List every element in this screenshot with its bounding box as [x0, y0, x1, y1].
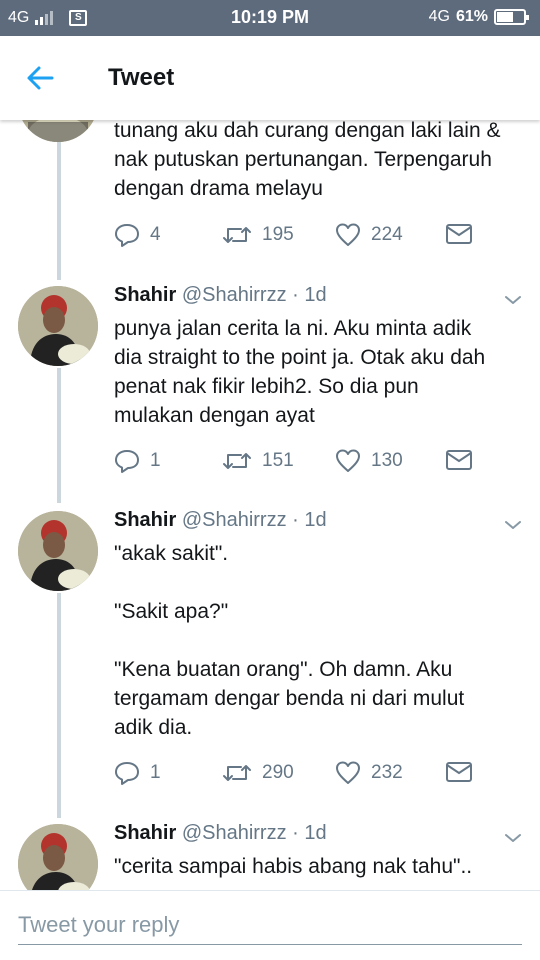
author-name[interactable]: Shahir	[114, 284, 176, 306]
timestamp: 1d	[304, 822, 327, 844]
reply-button[interactable]: 1	[114, 760, 161, 786]
tweet-text-line: adik dia.	[114, 716, 193, 739]
direct-message-button[interactable]	[445, 760, 473, 784]
tweet-text: "akak sakit". "Sakit apa?" "Kena buatan …	[114, 539, 526, 742]
tweet-text-line: tunang aku dah curang dengan laki lain &	[114, 120, 501, 142]
back-arrow-icon	[27, 66, 54, 90]
tweet-thread[interactable]: tunang aku dah curang dengan laki lain &…	[0, 120, 540, 890]
tweet-actions: 1 290 232	[114, 760, 484, 788]
reply-icon	[115, 224, 139, 247]
author-handle[interactable]: @Shahirrzz	[182, 284, 287, 306]
tweet-text-blank	[114, 626, 526, 655]
tweet-text-line: nak putuskan pertunangan. Terpengaruh	[114, 148, 492, 171]
reply-bar	[0, 890, 540, 960]
reply-count: 4	[150, 224, 161, 245]
timestamp: 1d	[304, 509, 327, 531]
direct-message-icon	[446, 762, 472, 782]
app-header: Tweet	[0, 36, 540, 120]
heart-icon	[336, 761, 360, 784]
direct-message-button[interactable]	[445, 448, 473, 472]
heart-icon	[336, 223, 360, 246]
tweet-text-line: "Kena buatan orang". Oh damn. Aku	[114, 658, 453, 681]
author-name[interactable]: Shahir	[114, 509, 176, 531]
retweet-count: 290	[262, 762, 294, 783]
like-count: 224	[371, 224, 403, 245]
reply-count: 1	[150, 762, 161, 783]
author-name[interactable]: Shahir	[114, 822, 176, 844]
reply-icon	[115, 762, 139, 785]
tweet-text-line: dia straight to the point ja. Otak aku d…	[114, 346, 486, 369]
retweet-icon	[223, 765, 251, 781]
author-handle[interactable]: @Shahirrzz	[182, 822, 287, 844]
direct-message-button[interactable]	[445, 222, 473, 246]
battery-icon	[494, 9, 529, 25]
tweet-text-line: punya jalan cerita la ni. Aku minta adik	[114, 317, 472, 340]
separator: ·	[292, 822, 299, 844]
reply-button[interactable]: 4	[114, 222, 161, 248]
timestamp: 1d	[304, 284, 327, 306]
like-count: 130	[371, 450, 403, 471]
direct-message-icon	[446, 224, 472, 244]
chevron-down-icon[interactable]	[502, 517, 524, 533]
battery-fill	[497, 12, 513, 22]
tweet-text-line: "akak sakit".	[114, 542, 229, 565]
retweet-count: 195	[262, 224, 294, 245]
retweet-button[interactable]: 151	[222, 448, 294, 474]
tweet-text: tunang aku dah curang dengan laki lain &…	[114, 120, 526, 203]
tweet-header: Shahir @Shahirrzz · 1d	[114, 284, 327, 307]
like-button[interactable]: 232	[335, 760, 403, 786]
reply-input[interactable]	[18, 905, 522, 945]
author-handle[interactable]: @Shahirrzz	[182, 509, 287, 531]
separator: ·	[292, 284, 299, 306]
tweet-header: Shahir @Shahirrzz · 1d	[114, 509, 327, 532]
thread-line	[57, 593, 61, 818]
tweet-text-line: "Sakit apa?"	[114, 600, 229, 623]
back-button[interactable]	[22, 62, 58, 94]
tweet-header: Shahir @Shahirrzz · 1d	[114, 822, 327, 845]
tweet-text: "cerita sampai habis abang nak tahu"..	[114, 852, 526, 881]
reply-button[interactable]: 1	[114, 448, 161, 474]
thread-line	[57, 140, 61, 280]
thread-line	[57, 368, 61, 503]
tweet-text-line: tergamam dengar benda ni dari mulut	[114, 687, 465, 710]
retweet-icon	[223, 227, 251, 243]
retweet-button[interactable]: 290	[222, 760, 294, 786]
avatar[interactable]	[18, 286, 98, 366]
chevron-down-icon[interactable]	[502, 830, 524, 846]
retweet-button[interactable]: 195	[222, 222, 294, 248]
like-button[interactable]: 130	[335, 448, 403, 474]
status-bar: 4G S 10:19 PM 4G 61%	[0, 0, 540, 36]
tweet-text-line: penat nak fikir lebih2. So dia pun	[114, 375, 419, 398]
tweet-text-line: dengan drama melayu	[114, 177, 323, 200]
separator: ·	[292, 509, 299, 531]
tweet-actions: 4 195 224	[114, 222, 484, 250]
page-title: Tweet	[108, 64, 175, 91]
tweet-text: punya jalan cerita la ni. Aku minta adik…	[114, 314, 526, 430]
battery-percent: 61%	[455, 8, 488, 25]
retweet-icon	[223, 453, 251, 469]
retweet-count: 151	[262, 450, 294, 471]
tweet-actions: 1 151 130	[114, 448, 484, 476]
network-type-right: 4G	[428, 8, 450, 25]
avatar[interactable]	[18, 120, 98, 142]
status-right: 4G 61%	[428, 8, 529, 26]
avatar[interactable]	[18, 511, 98, 591]
tweet-text-line: "cerita sampai habis abang nak tahu"..	[114, 855, 473, 878]
chevron-down-icon[interactable]	[502, 292, 524, 308]
direct-message-icon	[446, 450, 472, 470]
avatar[interactable]	[18, 824, 98, 890]
heart-icon	[336, 449, 360, 472]
like-count: 232	[371, 762, 403, 783]
like-button[interactable]: 224	[335, 222, 403, 248]
reply-count: 1	[150, 450, 161, 471]
tweet-text-line: mulakan dengan ayat	[114, 404, 315, 427]
tweet-text-blank	[114, 568, 526, 597]
reply-icon	[115, 450, 139, 473]
